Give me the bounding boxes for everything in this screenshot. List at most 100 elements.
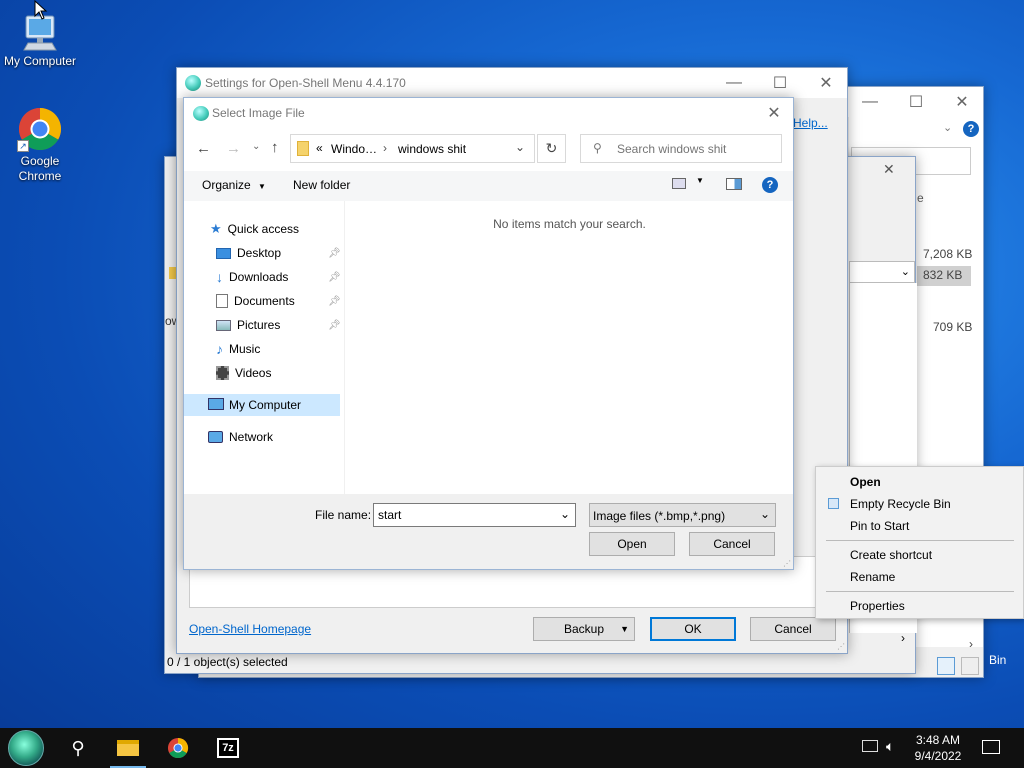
new-folder-button[interactable]: New folder [293, 178, 350, 192]
nav-label: Network [229, 430, 274, 444]
maximize-icon[interactable]: ☐ [757, 68, 803, 98]
nav-label: Documents [234, 294, 295, 308]
menu-item-empty-recycle-bin[interactable]: Empty Recycle Bin [850, 497, 951, 511]
menu-item-open[interactable]: Open [850, 475, 881, 489]
clock-date: 9/4/2022 [914, 749, 962, 763]
nav-item-music[interactable]: ♪ Music [216, 338, 260, 360]
address-bar[interactable]: « Windo… › windows shit ⌄ [290, 134, 535, 163]
view-dropdown-icon[interactable]: ▼ [696, 176, 704, 185]
open-shell-homepage-link[interactable]: Open-Shell Homepage [189, 622, 311, 636]
menu-item-properties[interactable]: Properties [850, 599, 905, 613]
network-tray-icon[interactable] [862, 740, 878, 752]
settings-titlebar: Settings for Open-Shell Menu 4.4.170 — ☐… [177, 68, 847, 98]
nav-label: Quick access [227, 222, 300, 236]
start-button[interactable] [2, 728, 50, 768]
chevron-down-icon[interactable]: ⌄ [560, 507, 570, 521]
organize-menu[interactable]: Organize ▼ [202, 178, 266, 192]
context-menu[interactable]: Open Empty Recycle Bin Pin to Start Crea… [815, 466, 1024, 619]
dialog-cancel-button[interactable]: Cancel [689, 532, 775, 556]
nav-item-quick-access[interactable]: ★ Quick access [210, 218, 299, 240]
details-view-icon[interactable] [937, 657, 955, 675]
desktop-icon-chrome[interactable]: ↗ Google Chrome [0, 106, 80, 184]
help-circle-icon[interactable]: ? [963, 121, 979, 137]
help-link[interactable]: Help... [793, 116, 828, 130]
open-button[interactable]: Open [589, 532, 675, 556]
preview-pane-icon[interactable] [726, 178, 742, 190]
address-dropdown-icon[interactable]: ⌄ [515, 140, 525, 154]
scroll-right-icon[interactable]: › [901, 631, 905, 645]
close-icon[interactable]: ✕ [803, 68, 849, 98]
resize-grip-icon[interactable]: ⋰ [783, 559, 791, 568]
ok-button[interactable]: OK [650, 617, 736, 641]
large-icons-view-icon[interactable] [961, 657, 979, 675]
volume-icon[interactable]: 🔈︎ [886, 738, 894, 755]
nav-item-videos[interactable]: Videos [216, 362, 271, 384]
menu-item-rename[interactable]: Rename [850, 570, 895, 584]
backup-label: Backup [563, 622, 605, 636]
file-list-area[interactable]: No items match your search. [344, 201, 793, 494]
resize-grip-icon[interactable]: ⋰ [837, 642, 845, 651]
menu-separator [826, 591, 1014, 592]
7zip-label: 7z [219, 740, 237, 756]
up-arrow-icon[interactable]: ↑ [271, 139, 279, 156]
search-button[interactable]: ⚲ [54, 728, 102, 768]
nav-label: Videos [235, 366, 272, 380]
chrome-icon [167, 737, 189, 759]
close-icon[interactable]: ✕ [939, 87, 985, 117]
dropdown-arrow-icon: ▼ [620, 624, 629, 634]
minimize-icon[interactable]: — [847, 87, 893, 117]
pin-icon: 📌︎ [328, 272, 341, 283]
pin-icon: 📌︎ [328, 296, 341, 307]
taskbar-chrome[interactable] [154, 728, 202, 768]
forward-arrow-icon[interactable]: → [226, 140, 241, 157]
music-icon: ♪ [216, 341, 223, 357]
breadcrumb-item[interactable]: Windo… [331, 142, 377, 156]
desktop-icon-label: My Computer [3, 54, 77, 68]
chrome-icon: ↗ [17, 106, 63, 152]
notifications-icon[interactable] [982, 740, 1000, 754]
desktop-icon-label: Google Chrome [18, 154, 62, 183]
7zip-icon: 7z [217, 738, 239, 758]
back-inner-close-icon[interactable]: ✕ [883, 161, 895, 178]
menu-item-create-shortcut[interactable]: Create shortcut [850, 548, 932, 562]
back-dropdown[interactable]: ⌄ [849, 261, 915, 283]
clock[interactable]: 3:48 AM 9/4/2022 [906, 732, 970, 764]
file-name-input[interactable] [376, 507, 552, 523]
search-input[interactable] [615, 139, 775, 158]
breadcrumb-overflow[interactable]: « [316, 141, 323, 155]
pictures-icon [216, 319, 231, 331]
nav-item-network[interactable]: Network [208, 426, 273, 448]
help-circle-icon[interactable]: ? [762, 177, 778, 193]
search-box[interactable]: ⚲ [580, 134, 782, 163]
select-image-file-dialog[interactable]: Select Image File ✕ ← → ⌄ ↑ « Windo… › w… [183, 97, 794, 570]
settings-cancel-button[interactable]: Cancel [750, 617, 836, 641]
breadcrumb-item[interactable]: windows shit [398, 142, 466, 156]
file-name-combobox[interactable]: ⌄ [373, 503, 576, 527]
nav-item-documents[interactable]: Documents [216, 290, 295, 312]
view-options-icon[interactable] [672, 178, 686, 189]
taskbar-file-explorer[interactable] [104, 728, 152, 768]
open-shell-icon [193, 106, 209, 121]
file-type-select[interactable]: Image files (*.bmp,*.png) ⌄ [589, 503, 776, 527]
backup-button[interactable]: Backup ▼ [533, 617, 635, 641]
minimize-icon[interactable]: — [711, 68, 757, 98]
recent-dropdown-icon[interactable]: ⌄ [252, 141, 260, 152]
refresh-button[interactable]: ↻ [537, 134, 566, 163]
organize-label: Organize [202, 178, 251, 192]
nav-item-desktop[interactable]: Desktop [216, 242, 281, 264]
scroll-right-icon[interactable]: › [969, 637, 973, 651]
size-value: 7,208 KB [923, 247, 973, 261]
close-icon[interactable]: ✕ [754, 98, 794, 128]
chevron-down-icon[interactable]: ⌄ [943, 121, 952, 134]
nav-item-downloads[interactable]: ↓ Downloads [216, 266, 288, 288]
nav-item-pictures[interactable]: Pictures [216, 314, 280, 336]
menu-item-pin-to-start[interactable]: Pin to Start [850, 519, 909, 533]
network-icon [208, 431, 223, 443]
documents-icon [216, 294, 228, 308]
taskbar-7zip[interactable]: 7z [204, 728, 252, 768]
back-arrow-icon[interactable]: ← [196, 140, 211, 157]
size-value-selected: 832 KB [917, 266, 971, 286]
maximize-icon[interactable]: ☐ [893, 87, 939, 117]
nav-item-my-computer[interactable]: My Computer [184, 394, 340, 416]
desktop-icon [216, 247, 231, 259]
